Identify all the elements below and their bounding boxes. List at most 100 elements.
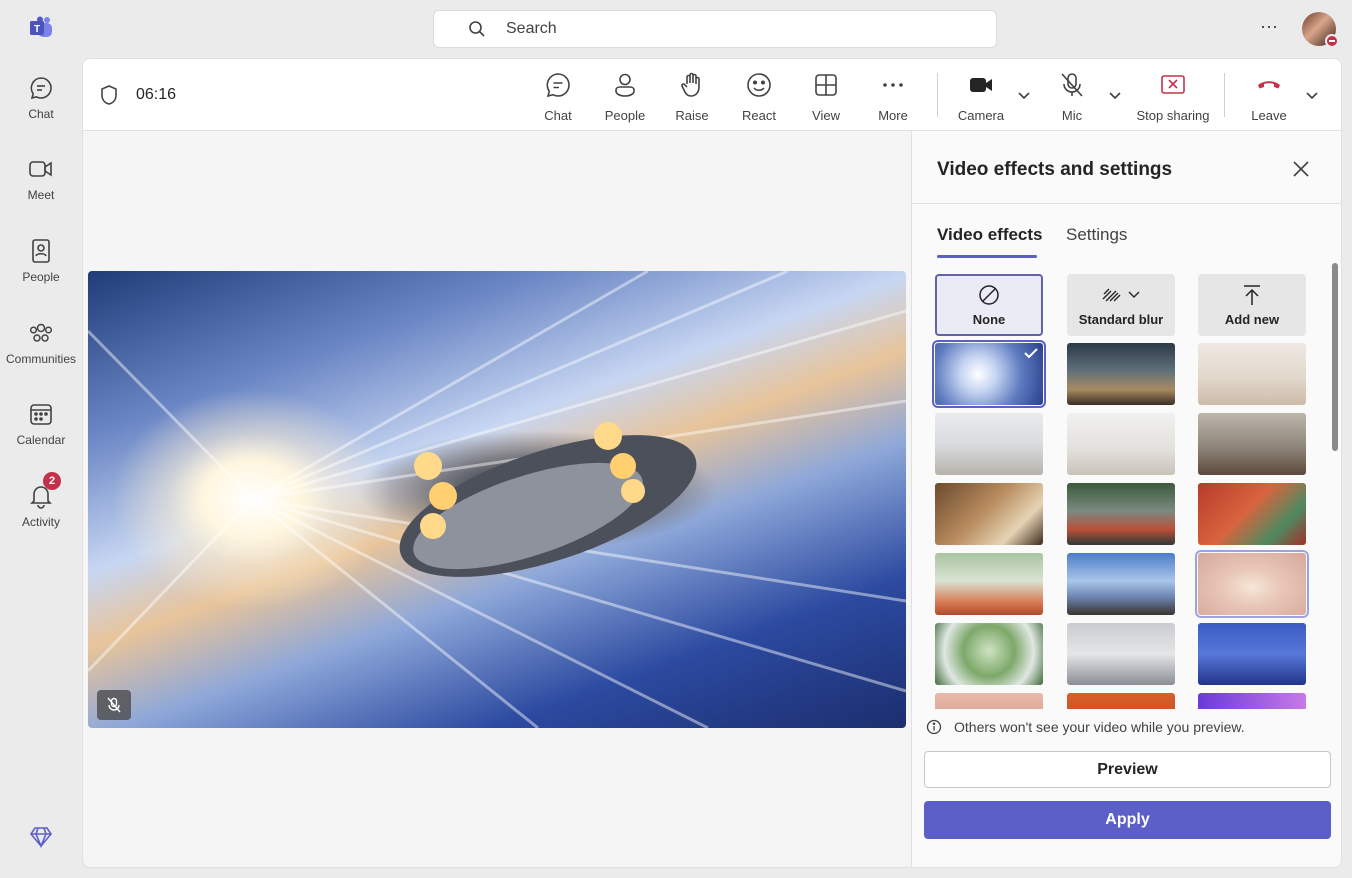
react-button[interactable]: React — [727, 71, 791, 123]
background-thumbnail[interactable] — [935, 553, 1043, 615]
background-thumbnail[interactable] — [935, 693, 1043, 709]
mic-label: Mic — [1061, 108, 1083, 123]
shield-icon[interactable] — [99, 84, 119, 106]
rail-item-meet[interactable]: Meet — [0, 154, 82, 224]
chat-icon — [546, 73, 570, 98]
panel-title: Video effects and settings — [937, 159, 1173, 180]
person-icon — [615, 73, 635, 97]
rail-item-communities[interactable]: Communities — [0, 318, 82, 388]
teams-logo-icon[interactable]: T — [28, 16, 54, 40]
chat-icon — [30, 77, 52, 100]
background-thumbnail[interactable] — [935, 483, 1043, 545]
more-icon — [883, 83, 903, 87]
effect-none-label: None — [972, 311, 1006, 327]
app-rail: T Chat Meet People Communities Calendar … — [0, 0, 82, 878]
background-thumbnail[interactable] — [1067, 483, 1175, 545]
rail-item-people[interactable]: People — [0, 236, 82, 306]
effect-none-button[interactable]: None — [935, 274, 1043, 336]
rail-label: Calendar — [16, 433, 66, 447]
chat-label: Chat — [544, 108, 572, 123]
chevron-down-icon[interactable] — [1016, 87, 1032, 103]
background-thumbnail[interactable] — [1067, 413, 1175, 475]
preview-button[interactable]: Preview — [924, 751, 1331, 788]
leave-label: Leave — [1251, 108, 1287, 123]
status-busy-icon — [1325, 34, 1339, 48]
preview-info-text: Others won't see your video while you pr… — [954, 719, 1245, 735]
rail-label: Meet — [27, 188, 55, 202]
more-button[interactable]: More — [861, 71, 925, 123]
rail-label: Activity — [21, 515, 60, 529]
tab-underline — [937, 255, 1037, 258]
add-new-label: Add new — [1224, 311, 1280, 327]
tab-settings[interactable]: Settings — [1066, 225, 1127, 245]
rail-item-chat[interactable]: Chat — [0, 73, 82, 143]
blur-icon — [1102, 288, 1140, 301]
toolbar-divider — [1224, 73, 1225, 117]
chevron-down-icon[interactable] — [1304, 87, 1320, 103]
chat-button[interactable]: Chat — [526, 71, 590, 123]
meeting-timer: 06:16 — [136, 86, 177, 103]
mic-button[interactable]: Mic — [1040, 71, 1104, 123]
view-label: View — [812, 108, 840, 123]
background-thumbnail[interactable] — [1195, 550, 1309, 618]
upload-icon — [1244, 284, 1260, 305]
rail-item-activity[interactable]: 2 Activity — [0, 472, 82, 551]
search-icon — [469, 21, 485, 37]
background-thumbnail[interactable] — [935, 413, 1043, 475]
raise-hand-button[interactable]: Raise — [660, 71, 724, 123]
search-box[interactable] — [433, 10, 997, 48]
checkmark-icon — [1024, 348, 1038, 359]
info-icon — [926, 719, 942, 735]
background-thumbnail[interactable] — [1198, 623, 1306, 685]
stop-sharing-button[interactable]: Stop sharing — [1131, 71, 1215, 123]
mic-off-icon — [1061, 73, 1083, 97]
background-thumbnail[interactable] — [1198, 483, 1306, 545]
svg-text:T: T — [34, 24, 40, 35]
more-options-icon[interactable]: ⋯ — [1256, 17, 1282, 41]
smiley-icon — [747, 73, 771, 97]
react-label: React — [742, 108, 776, 123]
people-button[interactable]: People — [593, 71, 657, 123]
background-thumbnail[interactable] — [1198, 693, 1306, 709]
background-thumbnail[interactable] — [1198, 343, 1306, 405]
background-thumbnail[interactable] — [1067, 693, 1175, 709]
background-thumbnail-spaceship[interactable] — [932, 340, 1046, 408]
video-effects-panel: Video effects and settings Video effects… — [911, 131, 1341, 867]
people-label: People — [604, 108, 646, 123]
chevron-down-icon[interactable] — [1107, 87, 1123, 103]
diamond-icon[interactable] — [29, 825, 53, 849]
hand-icon — [681, 72, 700, 97]
background-grid: None Standard blur Add new — [932, 269, 1312, 709]
toolbar-divider — [937, 73, 938, 117]
panel-divider — [912, 203, 1341, 204]
stop-sharing-icon — [1161, 75, 1185, 94]
close-icon[interactable] — [1291, 159, 1311, 179]
avatar[interactable] — [1302, 12, 1339, 48]
standard-blur-button[interactable]: Standard blur — [1067, 274, 1175, 336]
more-label: More — [878, 108, 908, 123]
search-input[interactable] — [506, 20, 906, 38]
contact-card-icon — [32, 239, 50, 263]
video-camera-icon — [29, 161, 52, 177]
grid-view-icon — [815, 74, 837, 96]
view-button[interactable]: View — [794, 71, 858, 123]
background-thumbnail[interactable] — [1067, 343, 1175, 405]
activity-badge: 2 — [43, 472, 61, 490]
prohibited-icon — [979, 284, 999, 305]
mic-off-icon — [107, 697, 121, 713]
tab-video-effects[interactable]: Video effects — [937, 225, 1043, 245]
rail-item-calendar[interactable]: Calendar — [0, 399, 82, 469]
background-thumbnail[interactable] — [1067, 623, 1175, 685]
rail-label: Communities — [5, 352, 77, 366]
standard-blur-label: Standard blur — [1078, 311, 1164, 327]
camera-button[interactable]: Camera — [949, 71, 1013, 123]
apply-button[interactable]: Apply — [924, 801, 1331, 839]
meeting-toolbar: 06:16 Chat People Raise React View More … — [83, 59, 1341, 131]
add-new-button[interactable]: Add new — [1198, 274, 1306, 336]
calendar-icon — [30, 404, 52, 425]
leave-button[interactable]: Leave — [1237, 71, 1301, 123]
background-thumbnail[interactable] — [1198, 413, 1306, 475]
background-thumbnail[interactable] — [1067, 553, 1175, 615]
panel-scrollbar[interactable] — [1332, 263, 1338, 451]
background-thumbnail[interactable] — [935, 623, 1043, 685]
